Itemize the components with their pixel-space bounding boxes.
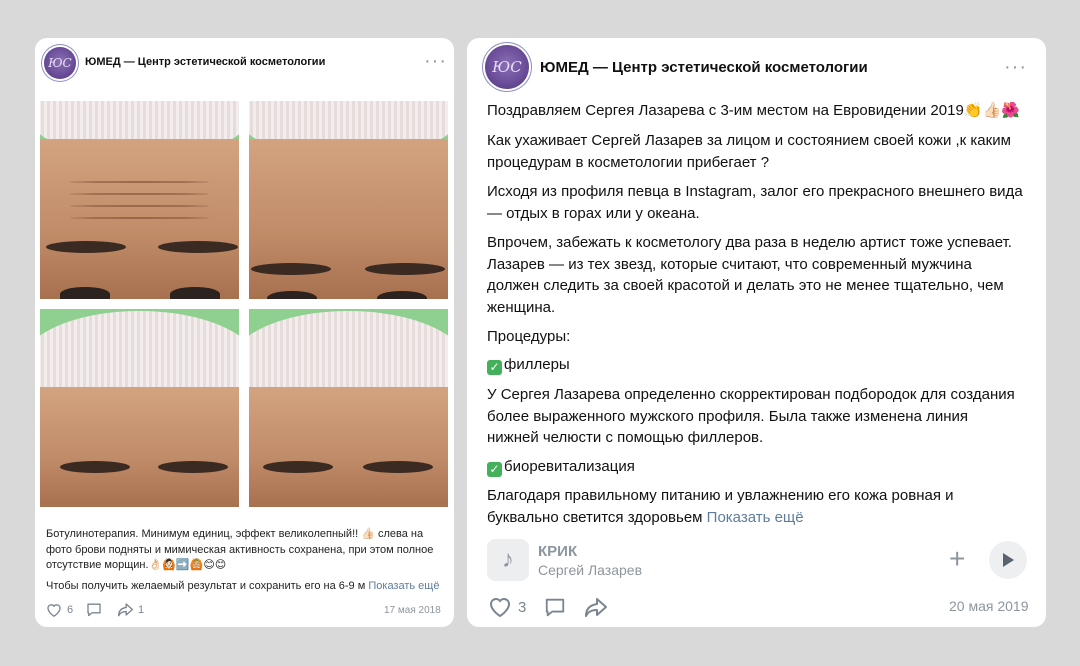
track-title[interactable]: КРИК [538, 543, 577, 560]
post-paragraph: У Сергея Лазарева определенно скорректир… [487, 384, 1027, 449]
post-text-line: Ботулинотерапия. Минимум единиц, эффект … [46, 528, 424, 540]
post-line: должен следить за своей красотой и делат… [487, 277, 1004, 294]
post-paragraph: Процедуры: [487, 328, 571, 345]
share-button[interactable] [584, 596, 608, 618]
heart-icon [47, 604, 61, 617]
post-line: Благодаря правильному питанию и увлажнен… [487, 487, 954, 504]
post-photo-4[interactable] [249, 309, 448, 507]
share-icon [585, 598, 607, 617]
group-avatar[interactable]: ЮС [44, 47, 76, 79]
checkmark-icon: ✓ [487, 360, 502, 375]
post-text-line: фото брови подняты и мимическая активнос… [46, 543, 434, 556]
post-photo-2[interactable] [249, 101, 448, 299]
show-more-link[interactable]: Показать ещё [707, 509, 804, 526]
post-line: нижней челюсти с помощью филлеров. [487, 429, 764, 446]
post-paragraph: Впрочем, забежать к косметологу два раза… [487, 232, 1027, 318]
show-more-link[interactable]: Показать ещё [368, 580, 439, 592]
repost-count: 1 [138, 603, 145, 616]
post-paragraph: Как ухаживает Сергей Лазарев за лицом и … [487, 130, 1027, 173]
like-button[interactable]: 6 [46, 602, 73, 617]
plus-icon[interactable]: + [949, 545, 965, 573]
post-paragraph: ✓ биоревитализация [487, 456, 1027, 478]
group-avatar[interactable]: ЮС [485, 45, 529, 89]
heart-icon [489, 598, 511, 618]
post-photo-1[interactable] [40, 101, 239, 299]
post-line: Исходя из профиля певца в Instagram, зал… [487, 183, 1023, 200]
comment-icon [87, 603, 101, 617]
comment-button[interactable] [86, 602, 102, 617]
like-count: 6 [67, 603, 74, 616]
post-line: Впрочем, забежать к косметологу два раза… [487, 234, 1012, 251]
post-paragraph: ✓ филлеры [487, 354, 1027, 376]
post-text-line: отсутствие морщин.👌🏻🙆🏻➡️🙆🏼😊😊 [46, 559, 227, 571]
post-line: филлеры [504, 356, 570, 373]
post-line: Как ухаживает Сергей Лазарев за лицом и … [487, 132, 1011, 149]
post-paragraph: Благодаря правильному питанию и увлажнен… [487, 485, 1027, 528]
track-artist[interactable]: Сергей Лазарев [538, 562, 642, 578]
post-line: биоревитализация [504, 458, 635, 475]
comment-icon [545, 598, 565, 617]
post-photo-3[interactable] [40, 309, 239, 507]
post-line: Лазарев — из тех звезд, которые считают,… [487, 255, 972, 273]
post-text-line: Чтобы получить желаемый результат и сохр… [46, 579, 446, 595]
comment-button[interactable] [544, 596, 566, 618]
group-name[interactable]: ЮМЕД — Центр эстетической косметологии [540, 59, 868, 76]
post-date[interactable]: 20 мая 2019 [949, 598, 1029, 614]
like-button[interactable]: 3 [488, 596, 526, 618]
post-card-right: ЮС ЮМЕД — Центр эстетической косметологи… [467, 38, 1046, 627]
post-line: женщина. [487, 298, 556, 316]
checkmark-icon: ✓ [487, 462, 502, 477]
play-button[interactable] [989, 541, 1027, 579]
post-line: У Сергея Лазарева определенно скорректир… [487, 386, 1015, 403]
post-line: процедурам в косметологии прибегает ? [487, 153, 770, 171]
share-icon [117, 603, 133, 617]
post-card-left: ЮС ЮМЕД — Центр эстетической косметологи… [35, 38, 454, 627]
post-line: более выраженного мужского профиля. Была… [487, 407, 969, 425]
post-text: Ботулинотерапия. Минимум единиц, эффект … [46, 527, 446, 594]
post-paragraph: Исходя из профиля певца в Instagram, зал… [487, 181, 1027, 224]
share-button[interactable]: 1 [117, 602, 144, 617]
post-date[interactable]: 17 мая 2018 [384, 605, 441, 616]
more-icon[interactable]: ··· [1004, 57, 1027, 77]
post-line: буквально светится здоровьем [487, 508, 703, 526]
post-text-fragment: Чтобы получить желаемый результат и сохр… [46, 579, 366, 592]
group-name[interactable]: ЮМЕД — Центр эстетической косметологии [85, 56, 325, 68]
more-icon[interactable]: ··· [424, 51, 447, 71]
post-paragraph: Поздравляем Сергея Лазарева с 3-им место… [487, 102, 1020, 119]
play-icon [1003, 553, 1014, 567]
music-note-icon[interactable]: ♪ [487, 539, 529, 581]
post-line: — отдых в горах или у океана. [487, 204, 700, 222]
like-count: 3 [518, 598, 527, 616]
